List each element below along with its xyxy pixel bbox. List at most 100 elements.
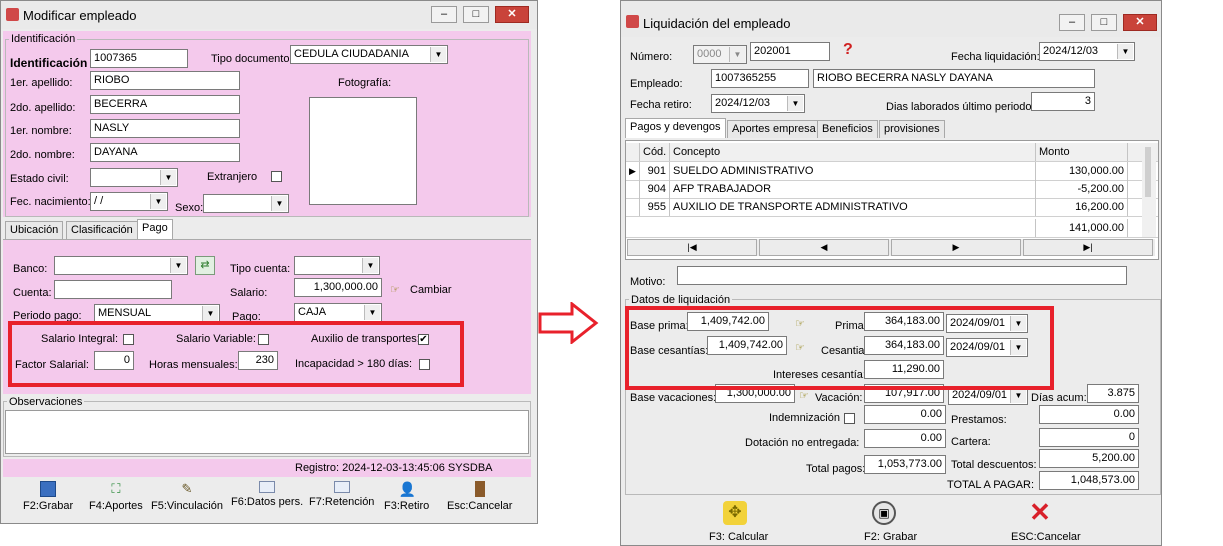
scrollbar-thumb[interactable] bbox=[1145, 147, 1151, 197]
salario-input[interactable]: 1,300,000.00 bbox=[294, 278, 382, 297]
maximize-button[interactable]: □ bbox=[463, 6, 489, 23]
datos-pers-button[interactable]: F6:Datos pers. bbox=[231, 481, 303, 508]
nombre1-input[interactable]: NASLY bbox=[90, 119, 240, 138]
row-cod: 901 bbox=[640, 162, 670, 180]
cambiar-link[interactable]: Cambiar bbox=[410, 284, 452, 296]
header-cod[interactable]: Cód. bbox=[640, 143, 670, 161]
observaciones-textarea[interactable] bbox=[5, 410, 529, 454]
dias-acum-input[interactable]: 3.875 bbox=[1087, 384, 1139, 403]
nombre2-input[interactable]: DAYANA bbox=[90, 143, 240, 162]
save-disk-icon: ▣ bbox=[872, 501, 896, 525]
tab-ubicacion[interactable]: Ubicación bbox=[5, 221, 64, 239]
cuenta-label: Cuenta: bbox=[13, 287, 52, 299]
sexo-select[interactable]: ▼ bbox=[203, 194, 289, 213]
indemnizacion-checkbox[interactable] bbox=[844, 413, 855, 424]
hand-pointer-icon[interactable]: ☞ bbox=[390, 284, 406, 297]
cuenta-input[interactable] bbox=[54, 280, 172, 299]
status-bar: Registro: 2024-12-03-13:45:06 SYSDBA bbox=[3, 459, 531, 477]
close-button[interactable]: ✕ bbox=[1123, 14, 1157, 31]
prior-record-button[interactable]: ◀ bbox=[759, 239, 889, 256]
apellido1-input[interactable]: RIOBO bbox=[90, 71, 240, 90]
photo-box[interactable] bbox=[309, 97, 417, 205]
conceptos-grid[interactable]: Cód. Concepto Monto ▶ 901 SUELDO ADMINIS… bbox=[625, 140, 1159, 260]
fecha-retiro-label: Fecha retiro: bbox=[630, 99, 692, 111]
cancelar-button[interactable]: ✕ ESC:Cancelar bbox=[1011, 499, 1081, 543]
row-cod: 904 bbox=[640, 180, 670, 198]
estado-civil-select[interactable]: ▼ bbox=[90, 168, 178, 187]
tab-strip: Ubicación Clasificación Pago bbox=[3, 219, 531, 239]
liquidacion-window: Liquidación del empleado – □ ✕ Número: 0… bbox=[620, 0, 1162, 546]
grabar-button[interactable]: F2:Grabar bbox=[23, 481, 73, 512]
table-row[interactable]: 904 AFP TRABAJADOR -5,200.00 bbox=[626, 180, 1158, 199]
motivo-label: Motivo: bbox=[630, 276, 666, 288]
total-pagos-input[interactable]: 1,053,773.00 bbox=[864, 455, 946, 474]
cancelar-label: Esc:Cancelar bbox=[447, 500, 513, 512]
table-row[interactable]: 955 AUXILIO DE TRANSPORTE ADMINISTRATIVO… bbox=[626, 198, 1158, 217]
motivo-input[interactable] bbox=[677, 266, 1127, 285]
vacacion-fecha-value: 2024/09/01 bbox=[952, 389, 1008, 401]
numero-prefix-value: 0000 bbox=[697, 48, 722, 60]
banco-select[interactable]: ▼ bbox=[54, 256, 188, 275]
tipo-documento-select[interactable]: CEDULA CIUDADANIA ▼ bbox=[290, 45, 448, 64]
retiro-button[interactable]: 👤 F3:Retiro bbox=[384, 481, 429, 512]
tab-pagos-devengos[interactable]: Pagos y devengos bbox=[625, 118, 726, 138]
grabar-button[interactable]: ▣ F2: Grabar bbox=[864, 501, 917, 543]
fecha-retiro-select[interactable]: 2024/12/03 ▼ bbox=[711, 94, 805, 113]
tab-provisiones[interactable]: provisiones bbox=[879, 120, 945, 138]
vinculacion-button[interactable]: ✎ F5:Vinculación bbox=[151, 481, 223, 512]
id-card-icon bbox=[333, 481, 350, 493]
header-monto[interactable]: Monto bbox=[1036, 143, 1128, 161]
retencion-button[interactable]: F7:Retención bbox=[309, 481, 374, 508]
chevron-down-icon: ▼ bbox=[362, 258, 378, 273]
calcular-button[interactable]: ✥ F3: Calcular bbox=[709, 501, 768, 543]
estado-civil-label: Estado civil: bbox=[10, 173, 69, 185]
empleado-id-input[interactable]: 1007365255 bbox=[711, 69, 809, 88]
last-record-button[interactable]: ▶| bbox=[1023, 239, 1153, 256]
fecha-liquidacion-select[interactable]: 2024/12/03 ▼ bbox=[1039, 42, 1135, 61]
help-icon[interactable]: ? bbox=[843, 41, 853, 59]
total-descuentos-input[interactable]: 5,200.00 bbox=[1039, 449, 1139, 468]
cancelar-button[interactable]: Esc:Cancelar bbox=[447, 481, 512, 512]
table-row[interactable]: ▶ 901 SUELDO ADMINISTRATIVO 130,000.00 bbox=[626, 162, 1158, 181]
app-icon bbox=[626, 15, 639, 28]
first-record-button[interactable]: |◀ bbox=[627, 239, 757, 256]
identification-input[interactable]: 1007365 bbox=[90, 49, 188, 68]
tab-pago[interactable]: Pago bbox=[137, 219, 173, 239]
cartera-input[interactable]: 0 bbox=[1039, 428, 1139, 447]
dotacion-input[interactable]: 0.00 bbox=[864, 429, 946, 448]
numero-prefix-select[interactable]: 0000 ▼ bbox=[693, 45, 747, 64]
next-record-button[interactable]: ▶ bbox=[891, 239, 1021, 256]
refresh-icon[interactable]: ⇄ bbox=[195, 256, 215, 275]
total-a-pagar-input[interactable]: 1,048,573.00 bbox=[1039, 471, 1139, 490]
close-button[interactable]: ✕ bbox=[495, 6, 529, 23]
header-concepto[interactable]: Concepto bbox=[670, 143, 1036, 161]
datos-pers-label: F6:Datos pers. bbox=[231, 496, 304, 508]
pago-select[interactable]: CAJA ▼ bbox=[294, 303, 382, 322]
tab-aportes-empresa[interactable]: Aportes empresa bbox=[727, 120, 821, 138]
apellido2-input[interactable]: BECERRA bbox=[90, 95, 240, 114]
calculate-arrows-icon: ✥ bbox=[723, 501, 747, 525]
dias-laborados-label: Dias laborados último periodo: bbox=[886, 101, 1035, 113]
tab-clasificacion[interactable]: Clasificación bbox=[66, 221, 138, 239]
tab-beneficios[interactable]: Beneficios bbox=[817, 120, 878, 138]
minimize-button[interactable]: – bbox=[1059, 14, 1085, 31]
aportes-button[interactable]: ⛶ F4:Aportes bbox=[89, 481, 143, 512]
prestamos-input[interactable]: 0.00 bbox=[1039, 405, 1139, 424]
minimize-button[interactable]: – bbox=[431, 6, 457, 23]
hand-pointer-icon[interactable]: ☞ bbox=[799, 390, 815, 403]
row-monto: -5,200.00 bbox=[1036, 180, 1128, 198]
fec-nacimiento-select[interactable]: / / ▼ bbox=[90, 192, 168, 211]
empleado-nombre-input[interactable]: RIOBO BECERRA NASLY DAYANA bbox=[813, 69, 1095, 88]
vinculacion-label: F5:Vinculación bbox=[151, 500, 223, 512]
indemnizacion-input[interactable]: 0.00 bbox=[864, 405, 946, 424]
dias-laborados-input[interactable]: 3 bbox=[1031, 92, 1095, 111]
pago-value: CAJA bbox=[298, 306, 327, 318]
tipo-cuenta-select[interactable]: ▼ bbox=[294, 256, 380, 275]
nombre2-label: 2do. nombre: bbox=[10, 149, 75, 161]
numero-input[interactable]: 202001 bbox=[750, 42, 830, 61]
chevron-down-icon: ▼ bbox=[271, 196, 287, 211]
hierarchy-icon: ⛶ bbox=[111, 481, 121, 496]
extranjero-checkbox[interactable] bbox=[271, 171, 282, 182]
maximize-button[interactable]: □ bbox=[1091, 14, 1117, 31]
grid-scrollbar[interactable] bbox=[1142, 143, 1156, 237]
